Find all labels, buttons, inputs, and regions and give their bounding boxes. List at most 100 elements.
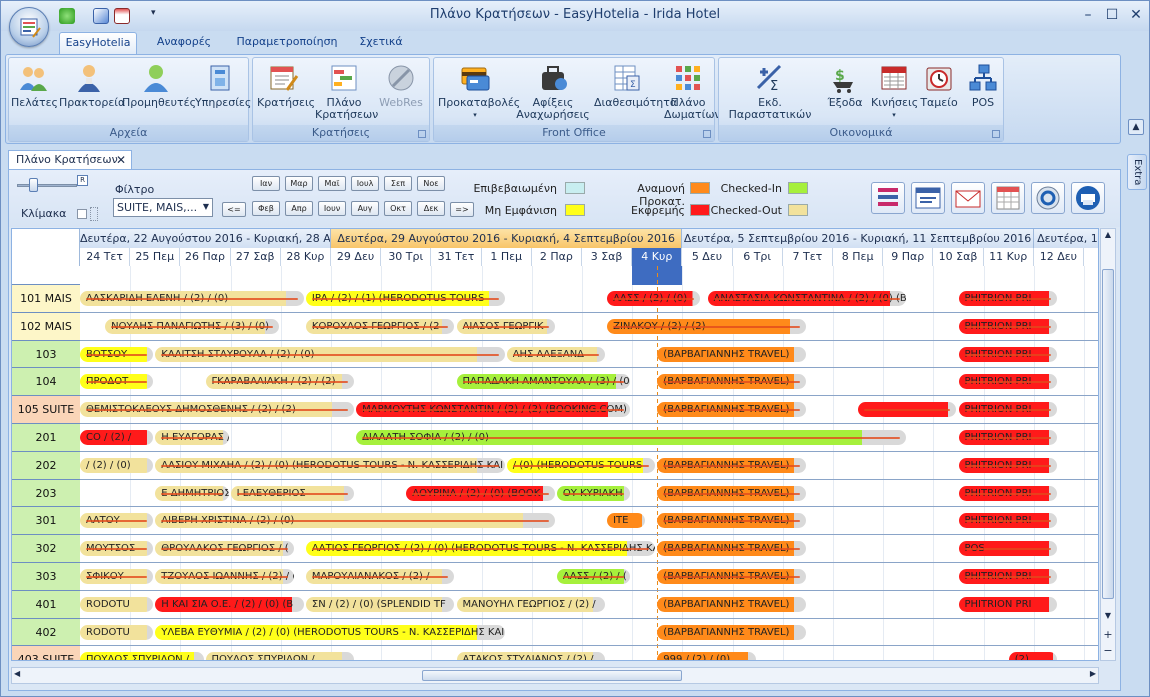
booking-bar[interactable]: (ΒΑΡΒΑΓΙΑΝΝΗΣ TRAVEL) — [657, 541, 806, 557]
customers-button[interactable]: Πελάτες — [11, 62, 58, 126]
booking-bar[interactable]: Ι ΕΛΕΥΘΕΡΙΟΣ — [230, 485, 355, 501]
zoom-out-icon[interactable]: − — [1102, 645, 1114, 657]
group-finance-launcher-icon[interactable] — [992, 130, 1000, 138]
quick-access-edit-icon[interactable] — [93, 8, 109, 24]
room-label-103-double[interactable]: 103 DOUBLE — [12, 340, 80, 388]
booking-bar[interactable]: PHITRION PRI — [958, 569, 1057, 584]
booking-bar[interactable]: ΛΑΣΣ / (2) / (0) — [607, 291, 701, 306]
ribbon-collapse-icon[interactable]: ▲ — [1128, 119, 1144, 135]
booking-bar[interactable]: / (0) (HERODOTUS TOURS — [506, 457, 656, 473]
suppliers-button[interactable]: Προμηθευτές — [122, 62, 196, 126]
booking-bar[interactable]: CO / (2) / — [80, 430, 154, 445]
booking-bar[interactable]: RODOTU — [80, 624, 154, 640]
booking-bar[interactable]: ΘΕΜΙΣΤΟΚΛΕΟΥΣ ΔΗΜΟΣΘΕΝΗΣ / (2) / (2) — [80, 402, 355, 418]
booking-bar[interactable]: ΛΑΣΙΟΥ ΜΙΧΑΗΛ / (2) / (0) (HERODOTUS TOU… — [155, 457, 505, 473]
booking-bar[interactable]: (ΒΑΡΒΑΓΙΑΝΝΗΣ TRAVEL) — [657, 624, 806, 640]
maximize-button[interactable]: ☐ — [1101, 6, 1123, 24]
room-plan-button[interactable]: Πλάνο Δωματίων — [664, 62, 721, 126]
room-label-301-double[interactable]: 301 DOUBLE — [12, 507, 80, 555]
close-button[interactable]: ✕ — [1125, 6, 1147, 24]
scroll-left-icon[interactable]: ◀ — [14, 669, 20, 678]
message-button[interactable] — [951, 182, 985, 214]
month-oct-button[interactable]: Οκτ — [384, 201, 412, 216]
booking-bar[interactable] — [858, 402, 957, 418]
room-label-402-double[interactable]: 402 DOUBLE — [12, 618, 80, 660]
webres-button[interactable]: WebRes — [377, 62, 425, 126]
prev-button[interactable]: <= — [222, 202, 246, 217]
deposits-button[interactable]: Προκαταβολές ▾ — [438, 62, 520, 126]
application-menu-button[interactable] — [9, 7, 49, 47]
services-button[interactable]: Υπηρεσίες — [195, 62, 251, 126]
group-bookings-launcher-icon[interactable] — [418, 130, 426, 138]
month-feb-button[interactable]: Φεβ — [252, 201, 280, 216]
group-front-office-launcher-icon[interactable] — [703, 130, 711, 138]
view-card-button[interactable] — [911, 182, 945, 214]
issue-documents-button[interactable]: Σ Εκδ. Παραστατικών — [721, 62, 819, 126]
booking-bar[interactable]: ΜΑΡΟΥΛΙΑΝΑΚΟΣ / (2) / — [305, 569, 455, 584]
booking-bar[interactable]: ΙΡΑ / (2) / (1) (HERODOTUS TOURS — [305, 291, 505, 306]
booking-bar[interactable]: PHITRION PRI — [958, 457, 1057, 473]
document-tab-close-icon[interactable]: ✕ — [116, 151, 126, 169]
booking-bar[interactable]: ΒΟΤΣΟΥ — [80, 346, 154, 362]
booking-bar[interactable]: ΛΗΣ ΑΛΕΞΑΝΔ — [506, 346, 606, 362]
booking-bar[interactable]: ΛΟΥΡΙΝΑ / (2) / (0) (BOOK — [406, 485, 555, 501]
scale-reset-icon[interactable]: R — [77, 175, 88, 186]
booking-bar[interactable]: ΣΝ / (2) / (0) (SPLENDID TF — [305, 596, 455, 612]
booking-bar[interactable]: (ΒΑΡΒΑΓΙΑΝΝΗΣ TRAVEL) — [657, 346, 806, 362]
vertical-scroll-thumb[interactable] — [1102, 269, 1114, 599]
room-label-302-double[interactable]: 302 DOUBLE — [12, 535, 80, 583]
booking-bar[interactable]: ΥΛΕΒΑ ΕΥΘΥΜΙΑ / (2) / (0) (HERODOTUS TOU… — [155, 624, 505, 640]
booking-bar[interactable]: ΜΟΥΤΣΟΣ — [80, 541, 154, 557]
tab-reports[interactable]: Αναφορές — [145, 32, 223, 54]
booking-bar[interactable]: (2) — [1008, 652, 1057, 660]
booking-bar[interactable]: PHITRION PRI — [958, 374, 1057, 390]
booking-bar[interactable]: ΛΑΤΟΥ — [80, 513, 154, 529]
month-apr-button[interactable]: Απρ — [285, 201, 313, 216]
booking-bar[interactable]: ΛΙΑΣΟΣ ΓΕΩΡΓΙΚ — [456, 318, 555, 334]
booking-bar[interactable]: POS — [958, 541, 1057, 557]
zoom-in-icon[interactable]: + — [1102, 629, 1114, 641]
booking-bar[interactable]: ΔΙΑΛΑΤΗ ΣΟΦΙΑ / (2) / (0) — [356, 430, 907, 445]
booking-bar[interactable]: ΠΟΥΛΟΣ ΣΠΥΡΙΔΩΝ / — [205, 652, 355, 660]
room-label-102-mais[interactable]: 102 MAIS — [12, 312, 80, 341]
month-jun-button[interactable]: Ιουν — [318, 201, 346, 216]
room-label-401-double[interactable]: 401 DOUBLE — [12, 590, 80, 639]
booking-plan-button[interactable]: Πλάνο Κρατήσεων — [315, 62, 378, 126]
room-label-202-double[interactable]: 202 DOUBLE — [12, 451, 80, 500]
scroll-up-icon[interactable]: ▲ — [1102, 230, 1114, 242]
vertical-scrollbar[interactable]: ▲ ▼ + − — [1100, 228, 1116, 661]
booking-bar[interactable]: ΛΑΤΙΟΣ ΓΕΩΡΓΙΟΣ / (2) / (0) (HERODOTUS T… — [305, 541, 656, 557]
month-mar-button[interactable]: Μαρ — [285, 176, 313, 191]
booking-bar[interactable]: / (2) / (0) — [80, 457, 154, 473]
booking-bar[interactable]: 999 / (2) / (0) — [657, 652, 756, 660]
month-jan-button[interactable]: Ιαν — [252, 176, 280, 191]
booking-bar[interactable]: Η ΚΑΙ ΣΙΑ Ο.Ε. / (2) / (0) (Β — [155, 596, 304, 612]
booking-bar[interactable]: ΖΙΝΑΚΟΥ / (2) / (2) — [607, 318, 806, 334]
quick-access-calendar-icon[interactable] — [114, 8, 130, 24]
booking-bar[interactable]: ΜΑΝΟΥΗΛ ΓΕΩΡΓΙΟΣ / (2) / — [456, 596, 606, 612]
booking-bar[interactable]: PHITRION PRI — [958, 596, 1057, 612]
bookings-button[interactable]: Κρατήσεις — [257, 62, 315, 126]
booking-bar[interactable]: ΟΥ ΚΥΡΙΑΚΗ — [556, 485, 631, 501]
cashier-button[interactable]: Ταμείο — [919, 62, 959, 126]
tab-about[interactable]: Σχετικά — [349, 32, 413, 54]
booking-bar[interactable]: PHITRION PRI — [958, 430, 1057, 445]
agencies-button[interactable]: Πρακτορεία — [59, 62, 125, 126]
scale-slider-thumb[interactable] — [29, 178, 38, 192]
filter-select[interactable]: SUITE, MAIS,... ▼ — [113, 198, 213, 217]
booking-bar[interactable]: ΙΤΕ — [607, 513, 646, 529]
minimize-button[interactable]: – — [1077, 6, 1099, 24]
room-label-403-suite[interactable]: 403 SUITE — [12, 646, 80, 660]
pos-button[interactable]: POS — [965, 62, 1001, 126]
booking-bar[interactable]: (ΒΑΡΒΑΓΙΑΝΝΗΣ TRAVEL) — [657, 513, 806, 529]
booking-bar[interactable]: ΑΝΑΣΤΑΣΙΑ ΚΩΝΣΤΑΝΤΙΝΑ / (2) / (0) (BOOK — [707, 291, 907, 306]
scroll-right-icon[interactable]: ▶ — [1090, 669, 1096, 678]
booking-bar[interactable]: ΤΖΟΥΛΟΣ ΙΩΑΝΝΗΣ / (2) / ( — [155, 569, 294, 584]
scroll-down-icon[interactable]: ▼ — [1102, 611, 1114, 623]
booking-bar[interactable]: (ΒΑΡΒΑΓΙΑΝΝΗΣ TRAVEL) — [657, 402, 806, 418]
quick-access-save-icon[interactable] — [59, 8, 75, 24]
booking-bar[interactable]: ΑΤΑΚΟΣ ΣΤΥΛΙΑΝΟΣ / (2) / — [456, 652, 606, 660]
booking-bar[interactable]: ΠΡΟΔΟΤ — [80, 374, 154, 390]
extra-side-tab[interactable]: Extra — [1127, 154, 1147, 190]
room-label-201-double[interactable]: 201 DOUBLE — [12, 424, 80, 472]
